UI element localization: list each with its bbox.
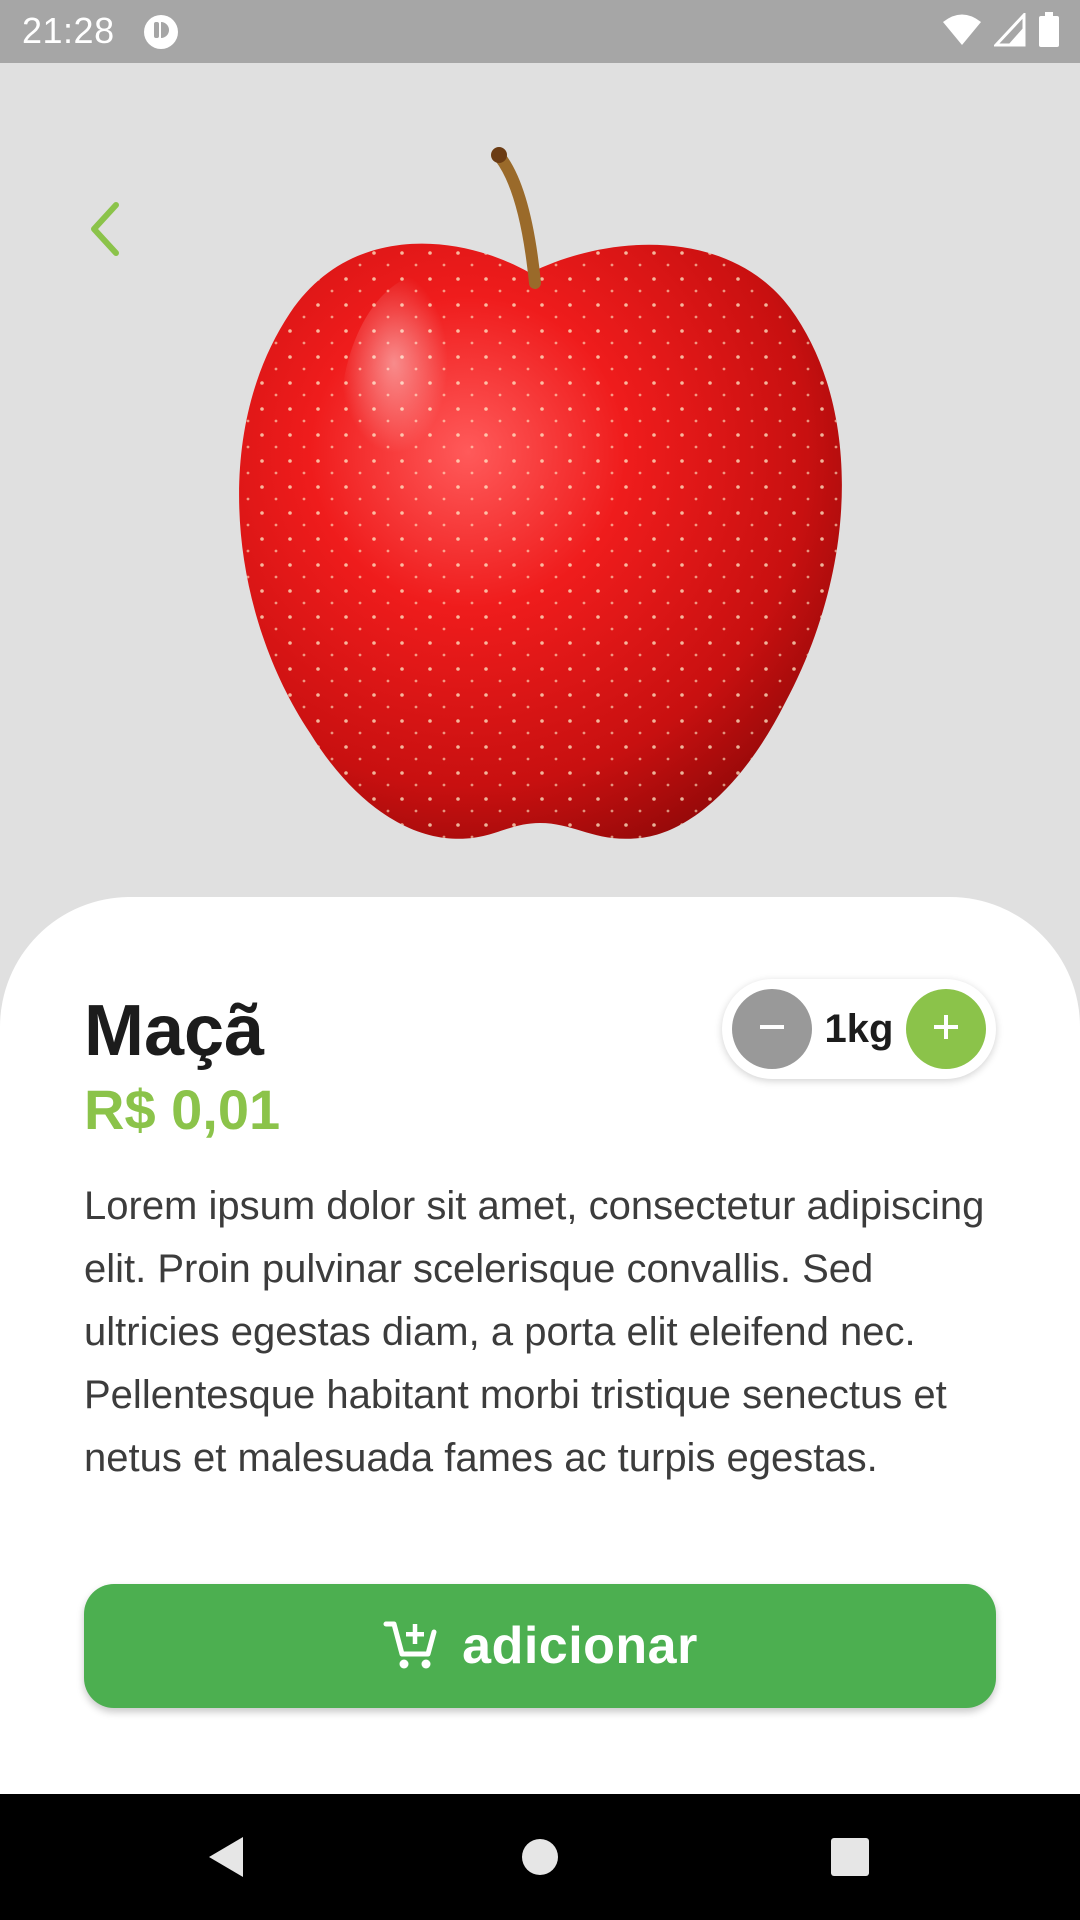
minus-icon bbox=[757, 1012, 787, 1047]
status-icons bbox=[942, 10, 1060, 53]
product-description: Lorem ipsum dolor sit amet, consectetur … bbox=[84, 1184, 985, 1480]
product-image bbox=[239, 147, 842, 839]
product-hero bbox=[0, 63, 1080, 923]
chevron-left-icon bbox=[84, 199, 124, 264]
product-price: R$ 0,01 bbox=[84, 1078, 281, 1141]
app-notification-icon bbox=[142, 13, 180, 51]
product-detail-screen: 21:28 Maçã R$ 0,01 1kg Lorem ipsum dolor… bbox=[0, 0, 1080, 1920]
status-bar: 21:28 bbox=[0, 0, 1080, 63]
product-name: Maçã bbox=[84, 991, 265, 1071]
quantity-value: 1kg bbox=[824, 1006, 894, 1051]
add-to-cart-icon bbox=[382, 1616, 438, 1677]
back-nav-icon bbox=[203, 1833, 247, 1886]
back-nav-button[interactable] bbox=[190, 1824, 260, 1894]
decrement-button[interactable] bbox=[732, 989, 812, 1069]
quantity-stepper: 1kg bbox=[722, 979, 996, 1079]
recents-nav-button[interactable] bbox=[815, 1824, 885, 1894]
recents-nav-icon bbox=[830, 1837, 870, 1882]
home-nav-button[interactable] bbox=[505, 1824, 575, 1894]
add-button-label: adicionar bbox=[462, 1617, 698, 1675]
signal-icon bbox=[992, 10, 1026, 52]
product-info-card: Maçã R$ 0,01 1kg Lorem ipsum dolor sit a… bbox=[0, 897, 1080, 1794]
battery-icon bbox=[1038, 11, 1060, 53]
home-nav-icon bbox=[520, 1837, 560, 1882]
add-to-cart-button[interactable]: adicionar bbox=[84, 1584, 996, 1708]
increment-button[interactable] bbox=[906, 989, 986, 1069]
wifi-icon bbox=[942, 13, 982, 52]
plus-icon bbox=[931, 1012, 961, 1047]
status-time: 21:28 bbox=[22, 10, 115, 51]
back-button[interactable] bbox=[74, 201, 134, 261]
navigation-bar bbox=[0, 1794, 1080, 1920]
